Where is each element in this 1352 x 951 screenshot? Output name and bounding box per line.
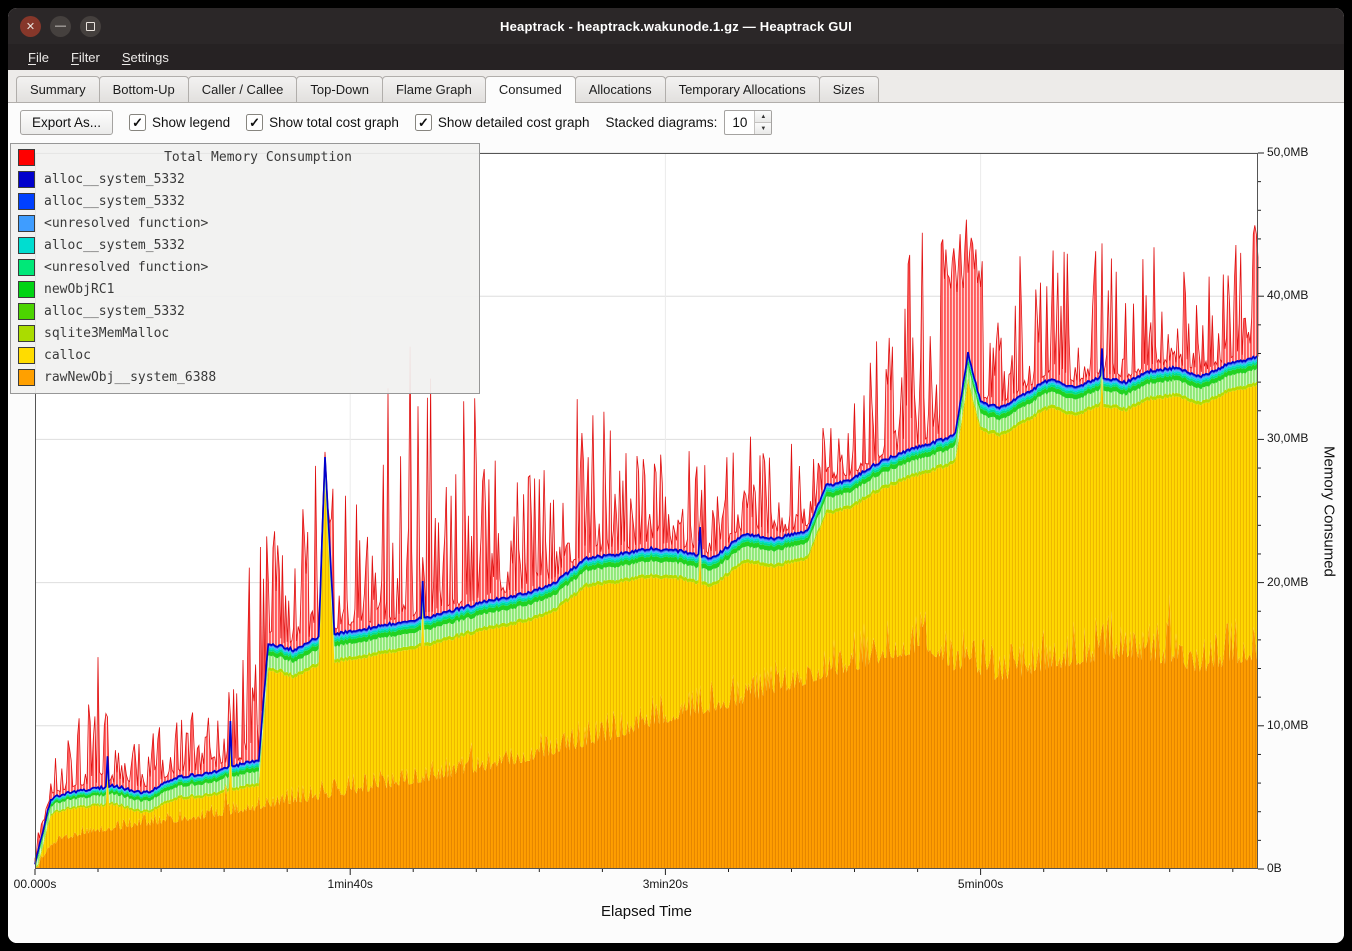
tab-bar: SummaryBottom-UpCaller / CalleeTop-DownF… — [8, 70, 1344, 103]
x-tick-label: 3min20s — [620, 877, 710, 891]
tab-bottom-up[interactable]: Bottom-Up — [99, 76, 189, 102]
stacked-diagrams-spinbox[interactable]: 10 ▲ ▼ — [724, 110, 772, 135]
legend-item[interactable]: alloc__system_5332 — [11, 234, 479, 256]
spinbox-buttons: ▲ ▼ — [754, 111, 771, 134]
consumed-chart-area: Total Memory Consumption alloc__system_53… — [8, 141, 1344, 943]
legend-swatch — [18, 303, 35, 320]
legend-swatch — [18, 347, 35, 364]
menu-settings[interactable]: Settings — [112, 47, 179, 68]
checkbox-label: Show detailed cost graph — [438, 115, 590, 130]
legend-swatch — [18, 171, 35, 188]
x-axis-title: Elapsed Time — [35, 903, 1258, 920]
y-axis-title: Memory Consumed — [1317, 153, 1341, 869]
legend-title-row: Total Memory Consumption — [11, 146, 479, 168]
checkbox-show-total-cost-graph[interactable]: ✓ Show total cost graph — [246, 114, 399, 131]
chart-legend: Total Memory Consumption alloc__system_53… — [10, 143, 480, 394]
y-tick-label: 40,0MB — [1267, 288, 1308, 302]
y-tick-label: 20,0MB — [1267, 575, 1308, 589]
x-tick-label: 00.000s — [8, 877, 80, 891]
checkbox-label: Show legend — [152, 115, 230, 130]
checkbox-show-legend[interactable]: ✓ Show legend — [129, 114, 230, 131]
export-as-button[interactable]: Export As... — [20, 110, 113, 135]
y-tick-label: 50,0MB — [1267, 145, 1308, 159]
x-tick-label: 5min00s — [936, 877, 1026, 891]
tab-caller-callee[interactable]: Caller / Callee — [188, 76, 298, 102]
window-controls: ✕ — — [20, 16, 101, 37]
y-tick-label: 0B — [1267, 861, 1282, 875]
legend-swatch — [18, 369, 35, 386]
tab-consumed[interactable]: Consumed — [485, 76, 576, 103]
spin-down-icon[interactable]: ▼ — [755, 123, 771, 134]
legend-item-label: <unresolved function> — [44, 216, 208, 231]
legend-swatch — [18, 281, 35, 298]
legend-title: Total Memory Consumption — [44, 150, 472, 165]
legend-item-label: <unresolved function> — [44, 260, 208, 275]
legend-swatch — [18, 215, 35, 232]
toolbar: Export As... ✓ Show legend ✓ Show total cos… — [8, 103, 1344, 141]
stacked-diagrams-label: Stacked diagrams: — [606, 115, 718, 130]
legend-item[interactable]: alloc__system_5332 — [11, 168, 479, 190]
tab-temporary-allocations[interactable]: Temporary Allocations — [665, 76, 820, 102]
legend-swatch — [18, 259, 35, 276]
legend-item-label: alloc__system_5332 — [44, 172, 185, 187]
legend-item[interactable]: newObjRC1 — [11, 278, 479, 300]
tab-sizes[interactable]: Sizes — [819, 76, 879, 102]
toolbar-checkboxes: ✓ Show legend ✓ Show total cost graph ✓ Show … — [129, 114, 590, 131]
legend-swatch — [18, 237, 35, 254]
legend-item[interactable]: calloc — [11, 344, 479, 366]
heaptrack-window: ✕ — Heaptrack - heaptrack.wakunode.1.gz … — [8, 8, 1344, 943]
maximize-button[interactable] — [80, 16, 101, 37]
window-title: Heaptrack - heaptrack.wakunode.1.gz — He… — [8, 19, 1344, 34]
legend-item[interactable]: alloc__system_5332 — [11, 190, 479, 212]
close-button[interactable]: ✕ — [20, 16, 41, 37]
checkbox-show-detailed-cost-graph[interactable]: ✓ Show detailed cost graph — [415, 114, 590, 131]
legend-item-label: newObjRC1 — [44, 282, 114, 297]
legend-item-label: alloc__system_5332 — [44, 238, 185, 253]
tab-top-down[interactable]: Top-Down — [296, 76, 383, 102]
checkmark-icon: ✓ — [415, 114, 432, 131]
tab-allocations[interactable]: Allocations — [575, 76, 666, 102]
maximize-icon — [86, 22, 95, 31]
legend-item[interactable]: sqlite3MemMalloc — [11, 322, 479, 344]
checkmark-icon: ✓ — [246, 114, 263, 131]
spin-up-icon[interactable]: ▲ — [755, 111, 771, 123]
legend-item-label: calloc — [44, 348, 91, 363]
menu-file[interactable]: File — [18, 47, 59, 68]
checkbox-label: Show total cost graph — [269, 115, 399, 130]
legend-item[interactable]: alloc__system_5332 — [11, 300, 479, 322]
legend-item-label: alloc__system_5332 — [44, 194, 185, 209]
stacked-diagrams-value[interactable]: 10 — [725, 111, 754, 134]
legend-swatch — [18, 325, 35, 342]
title-bar: ✕ — Heaptrack - heaptrack.wakunode.1.gz … — [8, 8, 1344, 44]
stacked-diagrams-control: Stacked diagrams: 10 ▲ ▼ — [606, 110, 773, 135]
x-tick-label: 1min40s — [305, 877, 395, 891]
menu-filter[interactable]: Filter — [61, 47, 110, 68]
checkmark-icon: ✓ — [129, 114, 146, 131]
tab-summary[interactable]: Summary — [16, 76, 100, 102]
legend-item-label: alloc__system_5332 — [44, 304, 185, 319]
legend-item[interactable]: <unresolved function> — [11, 256, 479, 278]
y-tick-label: 30,0MB — [1267, 431, 1308, 445]
legend-item-label: rawNewObj__system_6388 — [44, 370, 216, 385]
y-tick-label: 10,0MB — [1267, 718, 1308, 732]
legend-swatch — [18, 193, 35, 210]
legend-item[interactable]: rawNewObj__system_6388 — [11, 366, 479, 388]
tab-flame-graph[interactable]: Flame Graph — [382, 76, 486, 102]
minimize-button[interactable]: — — [50, 16, 71, 37]
menu-bar: FileFilterSettings — [8, 44, 1344, 70]
legend-item-label: sqlite3MemMalloc — [44, 326, 169, 341]
legend-swatch-total — [18, 149, 35, 166]
legend-item[interactable]: <unresolved function> — [11, 212, 479, 234]
